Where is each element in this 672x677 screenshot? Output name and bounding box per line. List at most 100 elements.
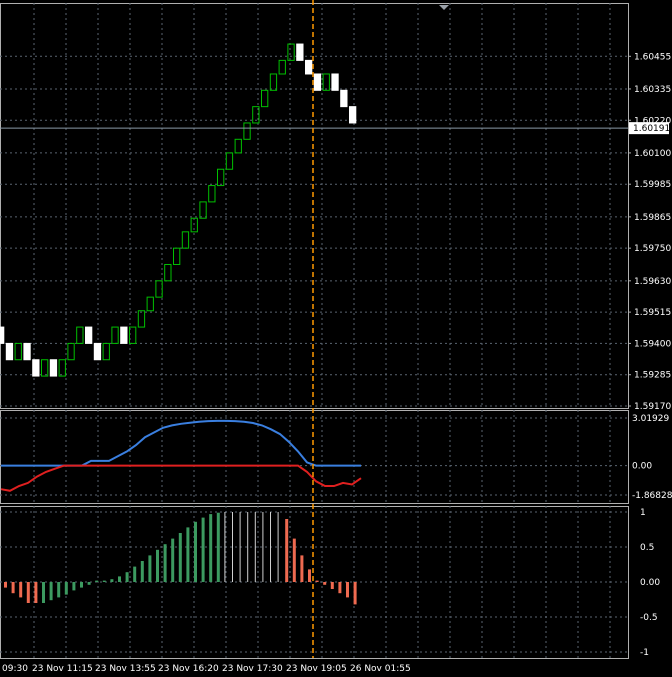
histogram-bar [80,582,83,588]
histogram-bar [270,512,271,582]
panel-frame [0,410,629,504]
renko-brick-down [32,359,40,377]
time-tick-label: 23 Nov 17:30 [222,664,283,674]
renko-brick-down [313,73,322,91]
renko-brick-up [14,342,22,361]
renko-brick-up [102,342,110,361]
histogram-bar [156,549,159,582]
oscillator-series-line [1,419,361,467]
oscillator-tick-label: 3.01929 [632,414,669,424]
histogram-bar [330,582,334,589]
histogram-bar [4,582,7,588]
renko-brick-up [164,263,172,282]
renko-brick-up [278,59,286,75]
time-tick-label: 23 Nov 11:15 [32,664,93,674]
histogram-bar [125,572,129,582]
histogram-bar [11,582,15,594]
histogram-bar [338,582,342,594]
renko-brick-up [58,359,66,377]
histogram-tick-label: 0.5 [640,543,654,553]
price-tick-label: 1.60335 [634,85,671,95]
histogram-bar [34,582,38,603]
price-tick-label: 1.59515 [634,308,671,318]
renko-brick-up [146,296,154,312]
histogram-bar [133,566,137,582]
histogram-bar [216,512,220,582]
renko-brick-up [208,185,216,203]
histogram-bar [102,580,106,582]
histogram-bar [239,512,241,582]
renko-brick-up [243,122,251,140]
histogram-bar [232,512,233,582]
oscillator-axis: 3.01929 0.00 -1.86828 [632,414,672,501]
renko-brick-up [217,168,225,187]
renko-brick-up [225,152,234,170]
oscillator-lines [0,419,362,492]
price-tick-label: 1.59170 [634,402,671,412]
histogram-bar [209,514,213,582]
renko-brick-up [322,73,330,91]
time-axis: 09:30 23 Nov 11:15 23 Nov 13:55 23 Nov 1… [2,664,411,674]
histogram-bar [308,569,311,582]
time-tick-label: 09:30 [2,664,28,674]
time-tick-label: 23 Nov 13:55 [95,664,156,674]
histogram-tick-label: 1 [640,508,646,518]
price-tick-label: 1.59865 [634,213,671,223]
trading-chart[interactable]: 1.60455 1.60335 1.60220 1.60100 1.59985 … [0,0,672,677]
histogram-axis: 1 0.5 0.00 -0.5 -1 [640,508,660,658]
histogram-bar [292,538,296,582]
chart-shift-marker-icon[interactable] [439,5,449,10]
renko-brick-up [269,73,278,91]
renko-brick-down [0,326,5,344]
histogram-bar [315,580,319,582]
histogram-bar [87,582,91,585]
renko-brick-up [287,43,295,61]
histogram-tick-label: -1 [640,648,649,658]
time-tick-label: 23 Nov 16:20 [158,664,219,674]
histogram-bar [26,582,30,603]
renko-brick-up [181,231,190,249]
renko-brick-down [120,326,128,344]
renko-brick-up [173,247,181,265]
histogram-bar [201,517,205,582]
histogram-bar [49,582,53,601]
renko-brick-up [111,326,119,344]
panel-frames [0,3,629,659]
time-tick-label: 23 Nov 19:05 [286,664,347,674]
histogram-bars [4,512,357,605]
renko-bricks [0,43,357,377]
renko-brick-down [49,359,58,377]
renko-brick-up [199,201,207,219]
histogram-bar [95,580,99,582]
price-tick-label: 1.59400 [634,339,671,349]
histogram-bar [323,582,327,585]
histogram-bar [300,555,304,582]
renko-brick-down [296,43,304,61]
renko-brick-down [340,89,348,108]
renko-brick-down [23,342,31,361]
renko-brick-up [137,310,146,328]
renko-brick-down [349,106,357,124]
histogram-bar [72,582,76,591]
histogram-bar [118,576,121,582]
renko-brick-down [5,342,14,361]
renko-brick-down [331,73,339,91]
renko-brick-up [261,89,269,108]
histogram-bar [224,512,226,582]
renko-brick-up [67,342,75,361]
grid-lines [0,3,631,658]
price-tick-label: 1.59285 [634,371,671,381]
price-tick-label: 1.59750 [634,244,671,254]
histogram-tick-label: -0.5 [640,613,658,623]
renko-brick-down [305,59,313,75]
histogram-bar [148,555,152,582]
histogram-bar [277,512,279,582]
histogram-bar [346,582,349,598]
price-tick-label: 1.59630 [634,277,671,287]
time-tick-label: 26 Nov 01:55 [350,664,411,674]
price-tick-label: 1.60100 [634,149,671,159]
renko-brick-down [93,342,102,361]
histogram-bar [178,533,182,582]
current-price-label: 1.60191 [629,122,670,135]
histogram-tick-label: 0.00 [640,578,660,588]
